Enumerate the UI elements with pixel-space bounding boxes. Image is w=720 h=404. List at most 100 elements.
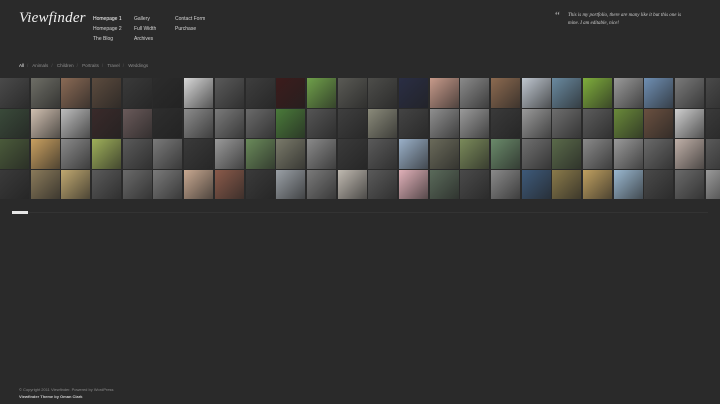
gallery-thumbnail[interactable]: [552, 78, 582, 108]
nav-archives[interactable]: Archives: [134, 34, 156, 44]
gallery-thumbnail[interactable]: [153, 139, 183, 169]
gallery-thumbnail[interactable]: [398, 169, 428, 199]
gallery-thumbnail[interactable]: [583, 169, 613, 199]
filter-portraits[interactable]: Portraits: [82, 63, 99, 68]
gallery-thumbnail[interactable]: [30, 78, 60, 108]
gallery-thumbnail[interactable]: [30, 108, 60, 138]
gallery-thumbnail[interactable]: [276, 108, 306, 138]
gallery-thumbnail[interactable]: [613, 108, 643, 138]
gallery-thumbnail[interactable]: [0, 78, 29, 108]
gallery-thumbnail[interactable]: [61, 78, 91, 108]
gallery-thumbnail[interactable]: [245, 108, 275, 138]
gallery-thumbnail[interactable]: [92, 108, 122, 138]
gallery-thumbnail[interactable]: [644, 108, 674, 138]
gallery-thumbnail[interactable]: [61, 169, 91, 199]
gallery-thumbnail[interactable]: [613, 139, 643, 169]
gallery-thumbnail[interactable]: [276, 78, 306, 108]
gallery-thumbnail[interactable]: [675, 139, 705, 169]
nav-contact-form[interactable]: Contact Form: [175, 14, 205, 24]
gallery-thumbnail[interactable]: [460, 78, 490, 108]
gallery-thumbnail[interactable]: [429, 169, 459, 199]
nav-gallery[interactable]: Gallery: [134, 14, 156, 24]
gallery-thumbnail[interactable]: [92, 78, 122, 108]
gallery-thumbnail[interactable]: [613, 169, 643, 199]
nav-homepage-2[interactable]: Homepage 2: [93, 24, 122, 34]
gallery-thumbnail[interactable]: [337, 139, 367, 169]
gallery-thumbnail[interactable]: [583, 78, 613, 108]
gallery-thumbnail[interactable]: [0, 139, 29, 169]
gallery-thumbnail[interactable]: [92, 169, 122, 199]
gallery-thumbnail[interactable]: [398, 78, 428, 108]
filter-children[interactable]: Children: [57, 63, 74, 68]
gallery-thumbnail[interactable]: [705, 108, 720, 138]
gallery-thumbnail[interactable]: [398, 108, 428, 138]
gallery-thumbnail[interactable]: [460, 139, 490, 169]
gallery-thumbnail[interactable]: [122, 169, 152, 199]
gallery-thumbnail[interactable]: [552, 108, 582, 138]
gallery-thumbnail[interactable]: [368, 108, 398, 138]
gallery-thumbnail[interactable]: [153, 78, 183, 108]
gallery-thumbnail[interactable]: [214, 139, 244, 169]
filter-weddings[interactable]: Weddings: [128, 63, 148, 68]
gallery-thumbnail[interactable]: [675, 108, 705, 138]
gallery-thumbnail[interactable]: [0, 108, 29, 138]
gallery-thumbnail[interactable]: [0, 169, 29, 199]
gallery-thumbnail[interactable]: [521, 78, 551, 108]
gallery-thumbnail[interactable]: [429, 139, 459, 169]
gallery-thumbnail[interactable]: [306, 108, 336, 138]
filter-animals[interactable]: Animals: [32, 63, 48, 68]
gallery-thumbnail[interactable]: [644, 169, 674, 199]
gallery-thumbnail[interactable]: [184, 169, 214, 199]
gallery-thumbnail[interactable]: [368, 169, 398, 199]
gallery-thumbnail[interactable]: [552, 139, 582, 169]
gallery-thumbnail[interactable]: [675, 169, 705, 199]
gallery-thumbnail[interactable]: [306, 169, 336, 199]
gallery-thumbnail[interactable]: [245, 169, 275, 199]
gallery-thumbnail[interactable]: [214, 169, 244, 199]
gallery-thumbnail[interactable]: [644, 78, 674, 108]
gallery-thumbnail[interactable]: [276, 139, 306, 169]
gallery-thumbnail[interactable]: [705, 169, 720, 199]
gallery-thumbnail[interactable]: [122, 108, 152, 138]
gallery-thumbnail[interactable]: [491, 108, 520, 138]
gallery-thumbnail[interactable]: [675, 78, 705, 108]
gallery-scrollbar-track[interactable]: [12, 212, 708, 213]
gallery-thumbnail[interactable]: [306, 139, 336, 169]
site-logo[interactable]: Viewfinder: [19, 10, 86, 27]
gallery-thumbnail[interactable]: [552, 169, 582, 199]
gallery-thumbnail[interactable]: [245, 139, 275, 169]
gallery-thumbnail[interactable]: [122, 78, 152, 108]
gallery-thumbnail[interactable]: [61, 108, 91, 138]
filter-all[interactable]: All: [19, 63, 24, 68]
gallery-thumbnail[interactable]: [337, 78, 367, 108]
gallery-thumbnail[interactable]: [368, 139, 398, 169]
gallery-thumbnail[interactable]: [276, 169, 306, 199]
gallery-thumbnail[interactable]: [460, 169, 490, 199]
gallery-thumbnail[interactable]: [214, 78, 244, 108]
gallery-thumbnail[interactable]: [705, 139, 720, 169]
footer-credit-text[interactable]: Viewfinder Theme by Oman Clark: [19, 394, 83, 399]
gallery-thumbnail[interactable]: [61, 139, 91, 169]
gallery-scrollbar-thumb[interactable]: [12, 211, 28, 214]
gallery-thumbnail[interactable]: [184, 78, 214, 108]
gallery-thumbnail[interactable]: [337, 169, 367, 199]
gallery-thumbnail[interactable]: [613, 78, 643, 108]
gallery-thumbnail[interactable]: [398, 139, 428, 169]
gallery-thumbnail[interactable]: [337, 108, 367, 138]
gallery-thumbnail[interactable]: [184, 139, 214, 169]
gallery-thumbnail[interactable]: [30, 139, 60, 169]
gallery-thumbnail[interactable]: [491, 78, 520, 108]
gallery-thumbnail[interactable]: [245, 78, 275, 108]
gallery-thumbnail[interactable]: [521, 169, 551, 199]
gallery-thumbnail[interactable]: [460, 108, 490, 138]
gallery-thumbnail[interactable]: [644, 139, 674, 169]
gallery-thumbnail[interactable]: [429, 108, 459, 138]
gallery-thumbnail[interactable]: [491, 139, 520, 169]
gallery-thumbnail[interactable]: [30, 169, 60, 199]
gallery-thumbnail[interactable]: [153, 108, 183, 138]
gallery-thumbnail[interactable]: [583, 139, 613, 169]
gallery-thumbnail[interactable]: [214, 108, 244, 138]
nav-homepage-1[interactable]: Homepage 1: [93, 14, 122, 24]
gallery-thumbnail[interactable]: [705, 78, 720, 108]
gallery-thumbnail[interactable]: [368, 78, 398, 108]
